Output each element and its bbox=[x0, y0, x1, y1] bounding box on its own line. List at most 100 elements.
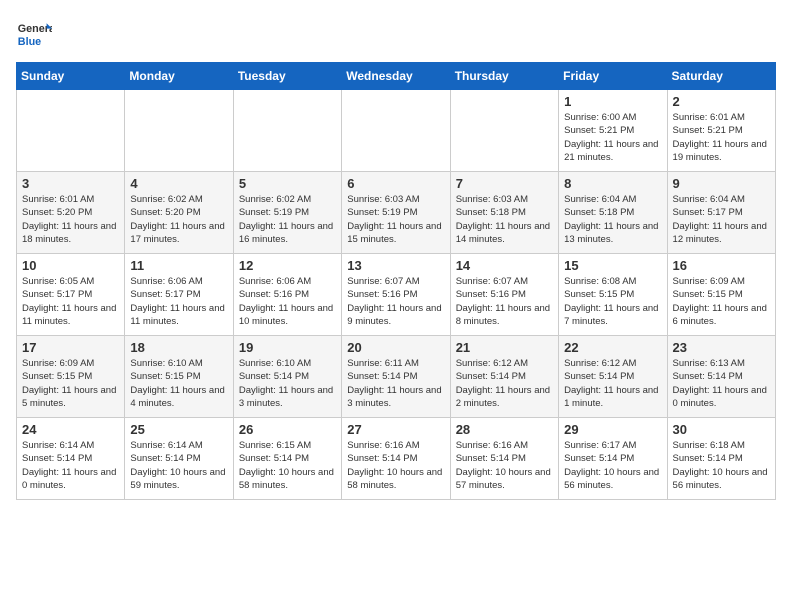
calendar-cell: 12 Sunrise: 6:06 AM Sunset: 5:16 PM Dayli… bbox=[233, 254, 341, 336]
calendar-cell: 2 Sunrise: 6:01 AM Sunset: 5:21 PM Daylig… bbox=[667, 90, 775, 172]
day-detail: Sunrise: 6:00 AM Sunset: 5:21 PM Dayligh… bbox=[564, 111, 661, 164]
calendar-cell: 24 Sunrise: 6:14 AM Sunset: 5:14 PM Dayli… bbox=[17, 418, 125, 500]
day-number: 3 bbox=[22, 176, 119, 191]
day-number: 4 bbox=[130, 176, 227, 191]
day-number: 17 bbox=[22, 340, 119, 355]
day-number: 1 bbox=[564, 94, 661, 109]
day-detail: Sunrise: 6:14 AM Sunset: 5:14 PM Dayligh… bbox=[130, 439, 227, 492]
calendar-cell: 21 Sunrise: 6:12 AM Sunset: 5:14 PM Dayli… bbox=[450, 336, 558, 418]
calendar-cell: 8 Sunrise: 6:04 AM Sunset: 5:18 PM Daylig… bbox=[559, 172, 667, 254]
calendar-cell: 9Sunrise: 6:04 AM Sunset: 5:17 PM Daylig… bbox=[667, 172, 775, 254]
day-header-sunday: Sunday bbox=[17, 63, 125, 90]
day-number: 26 bbox=[239, 422, 336, 437]
calendar-cell bbox=[450, 90, 558, 172]
day-detail: Sunrise: 6:07 AM Sunset: 5:16 PM Dayligh… bbox=[347, 275, 444, 328]
calendar-cell: 29 Sunrise: 6:17 AM Sunset: 5:14 PM Dayli… bbox=[559, 418, 667, 500]
day-number: 7 bbox=[456, 176, 553, 191]
day-detail: Sunrise: 6:12 AM Sunset: 5:14 PM Dayligh… bbox=[564, 357, 661, 410]
calendar-cell: 10 Sunrise: 6:05 AM Sunset: 5:17 PM Dayli… bbox=[17, 254, 125, 336]
calendar-cell bbox=[125, 90, 233, 172]
day-number: 27 bbox=[347, 422, 444, 437]
day-header-wednesday: Wednesday bbox=[342, 63, 450, 90]
calendar-cell: 25 Sunrise: 6:14 AM Sunset: 5:14 PM Dayli… bbox=[125, 418, 233, 500]
day-detail: Sunrise: 6:16 AM Sunset: 5:14 PM Dayligh… bbox=[456, 439, 553, 492]
day-number: 12 bbox=[239, 258, 336, 273]
day-detail: Sunrise: 6:01 AM Sunset: 5:20 PM Dayligh… bbox=[22, 193, 119, 246]
day-detail: Sunrise: 6:17 AM Sunset: 5:14 PM Dayligh… bbox=[564, 439, 661, 492]
svg-text:Blue: Blue bbox=[18, 36, 41, 48]
day-detail: Sunrise: 6:04 AM Sunset: 5:18 PM Dayligh… bbox=[564, 193, 661, 246]
day-detail: Sunrise: 6:09 AM Sunset: 5:15 PM Dayligh… bbox=[22, 357, 119, 410]
day-header-monday: Monday bbox=[125, 63, 233, 90]
calendar-cell: 5 Sunrise: 6:02 AM Sunset: 5:19 PM Daylig… bbox=[233, 172, 341, 254]
calendar-cell: 23 Sunrise: 6:13 AM Sunset: 5:14 PM Dayli… bbox=[667, 336, 775, 418]
day-detail: Sunrise: 6:03 AM Sunset: 5:18 PM Dayligh… bbox=[456, 193, 553, 246]
day-number: 20 bbox=[347, 340, 444, 355]
calendar-cell: 26 Sunrise: 6:15 AM Sunset: 5:14 PM Dayli… bbox=[233, 418, 341, 500]
day-number: 13 bbox=[347, 258, 444, 273]
day-number: 10 bbox=[22, 258, 119, 273]
calendar-cell: 19 Sunrise: 6:10 AM Sunset: 5:14 PM Dayli… bbox=[233, 336, 341, 418]
day-number: 16 bbox=[673, 258, 770, 273]
day-detail: Sunrise: 6:05 AM Sunset: 5:17 PM Dayligh… bbox=[22, 275, 119, 328]
calendar-cell: 11Sunrise: 6:06 AM Sunset: 5:17 PM Dayli… bbox=[125, 254, 233, 336]
day-header-tuesday: Tuesday bbox=[233, 63, 341, 90]
day-detail: Sunrise: 6:02 AM Sunset: 5:19 PM Dayligh… bbox=[239, 193, 336, 246]
day-detail: Sunrise: 6:16 AM Sunset: 5:14 PM Dayligh… bbox=[347, 439, 444, 492]
day-detail: Sunrise: 6:06 AM Sunset: 5:17 PM Dayligh… bbox=[130, 275, 227, 328]
calendar-cell: 28 Sunrise: 6:16 AM Sunset: 5:14 PM Dayli… bbox=[450, 418, 558, 500]
day-number: 6 bbox=[347, 176, 444, 191]
day-number: 24 bbox=[22, 422, 119, 437]
day-number: 19 bbox=[239, 340, 336, 355]
calendar-cell bbox=[342, 90, 450, 172]
calendar-cell: 30 Sunrise: 6:18 AM Sunset: 5:14 PM Dayli… bbox=[667, 418, 775, 500]
day-detail: Sunrise: 6:08 AM Sunset: 5:15 PM Dayligh… bbox=[564, 275, 661, 328]
calendar-cell: 3 Sunrise: 6:01 AM Sunset: 5:20 PM Daylig… bbox=[17, 172, 125, 254]
day-detail: Sunrise: 6:12 AM Sunset: 5:14 PM Dayligh… bbox=[456, 357, 553, 410]
logo-icon: General Blue bbox=[16, 16, 52, 52]
day-detail: Sunrise: 6:02 AM Sunset: 5:20 PM Dayligh… bbox=[130, 193, 227, 246]
day-number: 2 bbox=[673, 94, 770, 109]
calendar-cell: 6 Sunrise: 6:03 AM Sunset: 5:19 PM Daylig… bbox=[342, 172, 450, 254]
day-number: 21 bbox=[456, 340, 553, 355]
day-number: 5 bbox=[239, 176, 336, 191]
calendar-cell bbox=[233, 90, 341, 172]
day-number: 30 bbox=[673, 422, 770, 437]
day-header-thursday: Thursday bbox=[450, 63, 558, 90]
calendar-cell: 4 Sunrise: 6:02 AM Sunset: 5:20 PM Daylig… bbox=[125, 172, 233, 254]
day-number: 29 bbox=[564, 422, 661, 437]
day-number: 22 bbox=[564, 340, 661, 355]
day-number: 9 bbox=[673, 176, 770, 191]
day-detail: Sunrise: 6:11 AM Sunset: 5:14 PM Dayligh… bbox=[347, 357, 444, 410]
day-detail: Sunrise: 6:03 AM Sunset: 5:19 PM Dayligh… bbox=[347, 193, 444, 246]
calendar-table: SundayMondayTuesdayWednesdayThursdayFrid… bbox=[16, 62, 776, 500]
logo: General Blue bbox=[16, 16, 52, 52]
day-detail: Sunrise: 6:15 AM Sunset: 5:14 PM Dayligh… bbox=[239, 439, 336, 492]
calendar-cell: 7 Sunrise: 6:03 AM Sunset: 5:18 PM Daylig… bbox=[450, 172, 558, 254]
calendar-cell: 17 Sunrise: 6:09 AM Sunset: 5:15 PM Dayli… bbox=[17, 336, 125, 418]
day-number: 23 bbox=[673, 340, 770, 355]
day-detail: Sunrise: 6:10 AM Sunset: 5:15 PM Dayligh… bbox=[130, 357, 227, 410]
day-number: 14 bbox=[456, 258, 553, 273]
day-detail: Sunrise: 6:09 AM Sunset: 5:15 PM Dayligh… bbox=[673, 275, 770, 328]
day-header-friday: Friday bbox=[559, 63, 667, 90]
calendar-cell: 15 Sunrise: 6:08 AM Sunset: 5:15 PM Dayli… bbox=[559, 254, 667, 336]
day-detail: Sunrise: 6:14 AM Sunset: 5:14 PM Dayligh… bbox=[22, 439, 119, 492]
day-number: 15 bbox=[564, 258, 661, 273]
day-detail: Sunrise: 6:06 AM Sunset: 5:16 PM Dayligh… bbox=[239, 275, 336, 328]
calendar-cell: 27 Sunrise: 6:16 AM Sunset: 5:14 PM Dayli… bbox=[342, 418, 450, 500]
calendar-cell: 13 Sunrise: 6:07 AM Sunset: 5:16 PM Dayli… bbox=[342, 254, 450, 336]
day-number: 8 bbox=[564, 176, 661, 191]
day-number: 25 bbox=[130, 422, 227, 437]
calendar-cell: 22 Sunrise: 6:12 AM Sunset: 5:14 PM Dayli… bbox=[559, 336, 667, 418]
day-detail: Sunrise: 6:01 AM Sunset: 5:21 PM Dayligh… bbox=[673, 111, 770, 164]
day-detail: Sunrise: 6:10 AM Sunset: 5:14 PM Dayligh… bbox=[239, 357, 336, 410]
calendar-cell: 16 Sunrise: 6:09 AM Sunset: 5:15 PM Dayli… bbox=[667, 254, 775, 336]
day-detail: Sunrise: 6:13 AM Sunset: 5:14 PM Dayligh… bbox=[673, 357, 770, 410]
page-header: General Blue bbox=[16, 16, 776, 52]
day-number: 18 bbox=[130, 340, 227, 355]
day-number: 28 bbox=[456, 422, 553, 437]
day-detail: Sunrise: 6:07 AM Sunset: 5:16 PM Dayligh… bbox=[456, 275, 553, 328]
day-detail: Sunrise: 6:18 AM Sunset: 5:14 PM Dayligh… bbox=[673, 439, 770, 492]
calendar-cell: 14 Sunrise: 6:07 AM Sunset: 5:16 PM Dayli… bbox=[450, 254, 558, 336]
